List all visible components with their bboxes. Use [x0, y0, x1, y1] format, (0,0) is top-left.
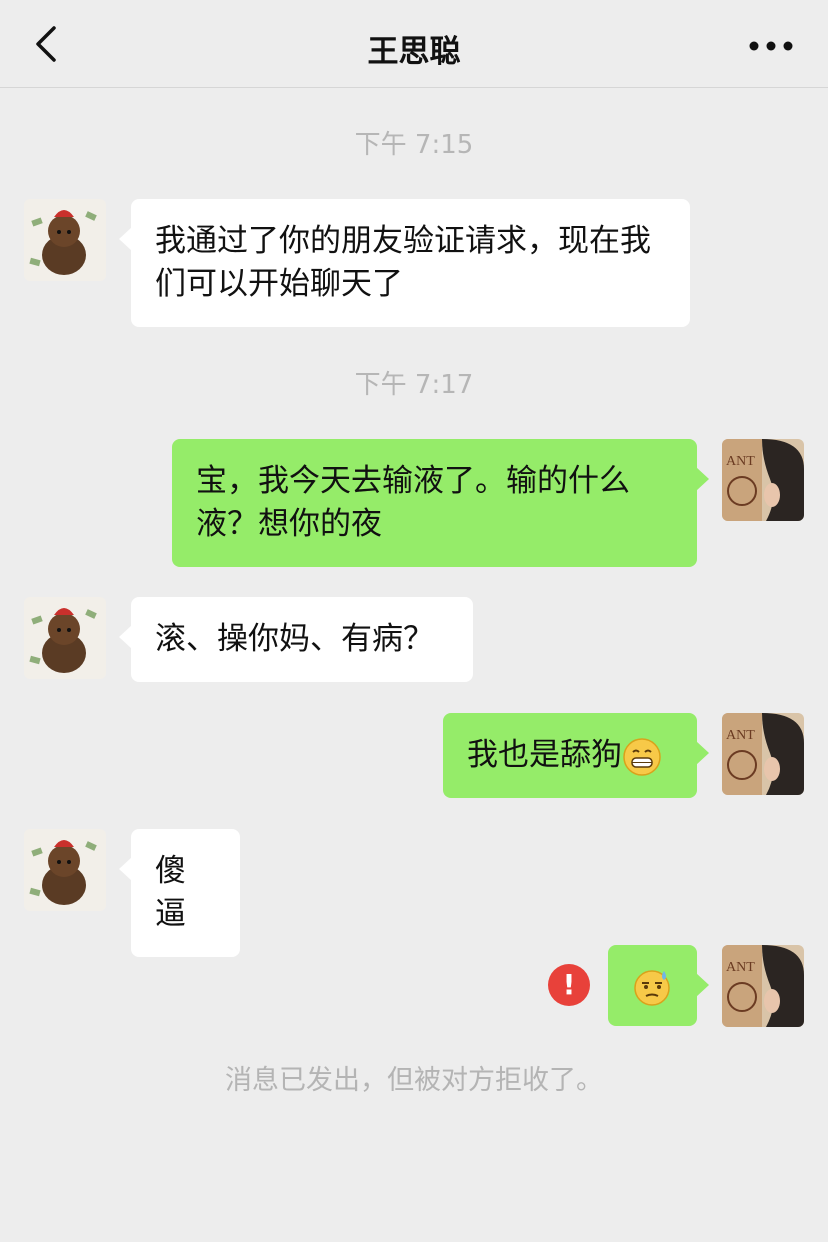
chat-title: 王思聪: [367, 34, 461, 70]
send-failed-icon[interactable]: !: [548, 964, 590, 1006]
nav-bar: 王思聪: [0, 0, 828, 88]
contact-avatar[interactable]: [24, 597, 106, 679]
contact-avatar[interactable]: [24, 199, 106, 281]
more-dots-icon: [749, 41, 793, 51]
sweat-smile-emoji-icon: [634, 969, 670, 1006]
svg-text:ANT: ANT: [726, 728, 755, 743]
message-bubble-outgoing[interactable]: 宝，我今天去输液了。输的什么液？想你的夜: [172, 439, 709, 567]
poster-avatar-icon: ANT: [722, 439, 804, 521]
bear-avatar-icon: [24, 829, 106, 911]
message-bubble-incoming[interactable]: 傻逼: [119, 829, 240, 957]
poster-avatar-icon: ANT: [722, 945, 804, 1027]
poster-avatar-icon: ANT: [722, 713, 804, 795]
timestamp: 下午 7:15: [354, 130, 474, 160]
message-bubble-incoming[interactable]: 我通过了你的朋友验证请求，现在我们可以开始聊天了: [119, 199, 690, 327]
system-notice: 消息已发出，但被对方拒收了。: [225, 1065, 603, 1096]
message-text: 我通过了你的朋友验证请求，现在我们可以开始聊天了: [155, 223, 651, 302]
grinning-emoji-icon: [623, 737, 661, 776]
contact-avatar[interactable]: [24, 829, 106, 911]
message-text: 我也是舔狗: [467, 737, 622, 773]
message-bubble-incoming[interactable]: 滚、操你妈、有病？: [119, 597, 473, 682]
bear-avatar-icon: [24, 597, 106, 679]
svg-text:ANT: ANT: [726, 960, 755, 975]
message-text: 傻逼: [155, 853, 186, 932]
message-text: 滚、操你妈、有病？: [155, 621, 434, 657]
my-avatar[interactable]: ANT: [722, 713, 804, 795]
my-avatar[interactable]: ANT: [722, 439, 804, 521]
svg-text:ANT: ANT: [726, 454, 755, 469]
my-avatar[interactable]: ANT: [722, 945, 804, 1027]
message-bubble-outgoing[interactable]: [608, 945, 709, 1026]
more-button[interactable]: [746, 28, 796, 64]
message-text: 宝，我今天去输液了。输的什么液？想你的夜: [196, 463, 630, 542]
message-bubble-outgoing[interactable]: 我也是舔狗: [443, 713, 709, 798]
timestamp: 下午 7:17: [354, 370, 474, 400]
bear-avatar-icon: [24, 199, 106, 281]
